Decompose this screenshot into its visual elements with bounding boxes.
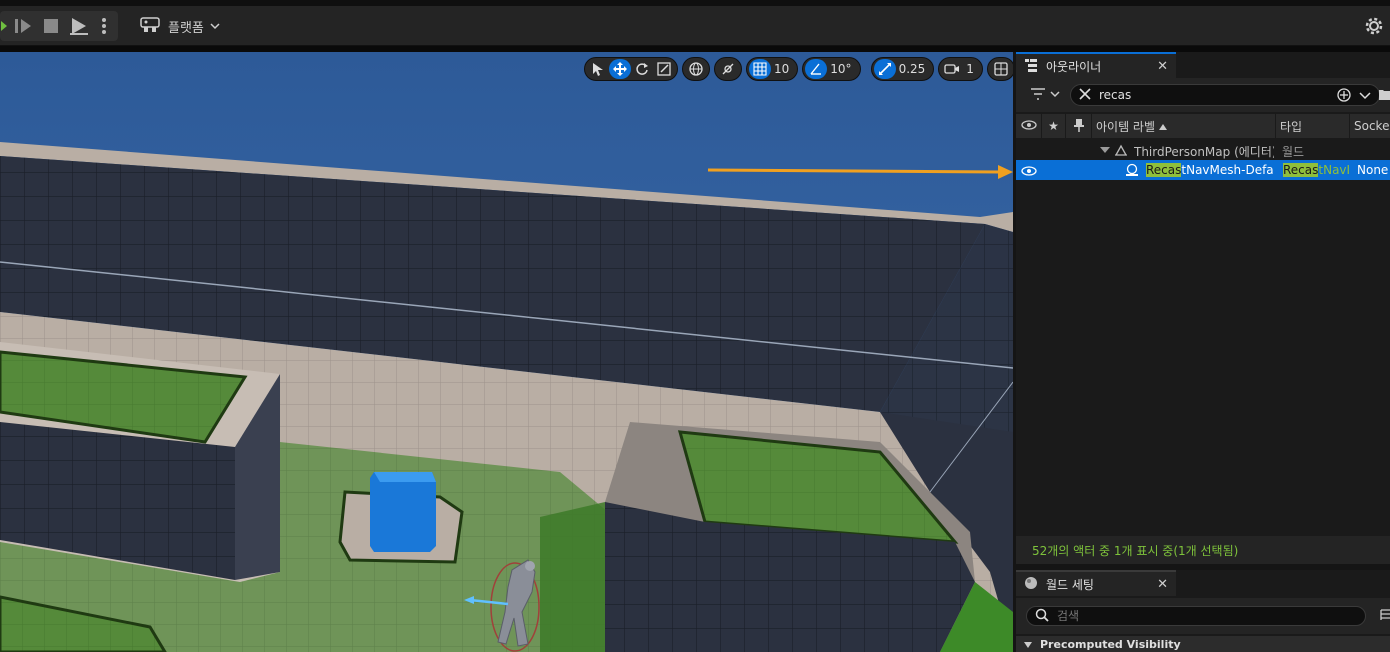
- rotate-icon[interactable]: [631, 59, 653, 79]
- platform-label: 플랫폼: [168, 20, 204, 36]
- stop-icon[interactable]: [38, 11, 64, 41]
- rotation-snap-value: 10°: [830, 62, 852, 76]
- row-type: 월드: [1282, 145, 1305, 159]
- surface-snap-toggle[interactable]: [714, 57, 742, 81]
- viewport-toolbar: 10 10° 0.25 1: [584, 57, 1013, 81]
- main-toolbar: 플랫폼: [0, 6, 1390, 46]
- camera-speed-value: 1: [966, 62, 974, 76]
- rotation-snap-control[interactable]: 10°: [802, 57, 861, 81]
- expand-arrow-icon[interactable]: [1100, 144, 1110, 158]
- add-icon[interactable]: [1337, 88, 1351, 105]
- level-viewport[interactable]: 10 10° 0.25 1: [0, 52, 1013, 652]
- tab-world-settings[interactable]: 월드 세팅 ✕: [1016, 570, 1176, 596]
- row-label: RecastNavMesh-Defa: [1146, 163, 1274, 177]
- table-view-icon[interactable]: [1380, 608, 1390, 625]
- eye-icon[interactable]: [1021, 165, 1037, 179]
- gear-icon[interactable]: [1362, 14, 1386, 38]
- outliner-icon: [1024, 58, 1038, 75]
- camera-icon: [941, 59, 963, 79]
- step-icon[interactable]: [8, 11, 38, 41]
- gamepad-icon: [140, 15, 162, 37]
- map-icon: [1114, 143, 1128, 160]
- close-icon[interactable]: ✕: [1157, 577, 1168, 592]
- collapse-arrow-icon: [1024, 638, 1032, 651]
- scene-render: [0, 52, 1013, 652]
- chevron-down-icon: [210, 19, 220, 34]
- scale-snap-icon: [873, 59, 896, 79]
- search-input[interactable]: [1099, 88, 1309, 102]
- new-folder-icon[interactable]: [1378, 87, 1390, 104]
- chevron-down-icon: [1050, 87, 1060, 104]
- play-icon-partial[interactable]: [0, 11, 8, 41]
- row-type: RecastNavI: [1283, 163, 1349, 177]
- scale-snap-control[interactable]: 0.25: [870, 57, 935, 81]
- more-options-icon[interactable]: [94, 11, 114, 41]
- column-type[interactable]: 타입: [1276, 114, 1350, 138]
- tab-title: 아웃라이너: [1046, 59, 1102, 74]
- layout-icon: [990, 59, 1012, 79]
- outliner-search[interactable]: [1070, 84, 1380, 106]
- visibility-column[interactable]: [1016, 114, 1042, 138]
- tree-row-world[interactable]: ThirdPersonMap (에디터) 월드: [1016, 140, 1390, 160]
- details-search[interactable]: [1026, 606, 1366, 626]
- tab-title: 월드 세팅: [1046, 577, 1094, 592]
- sort-ascending-icon: [1159, 119, 1168, 133]
- row-label: ThirdPersonMap (에디터): [1134, 145, 1274, 159]
- eject-icon[interactable]: [64, 11, 94, 41]
- viewport-layout-button[interactable]: [986, 57, 1013, 81]
- select-cursor-icon[interactable]: [587, 59, 609, 79]
- play-controls: [0, 11, 118, 41]
- search-icon: [1035, 608, 1049, 625]
- tab-outliner[interactable]: 아웃라이너 ✕: [1016, 52, 1176, 78]
- column-item-label[interactable]: 아이템 라벨: [1092, 114, 1276, 138]
- navmesh-icon: [1124, 163, 1140, 180]
- outliner-status: 52개의 액터 중 1개 표시 중(1개 선택됨): [1016, 536, 1390, 564]
- column-header: ★ 아이템 라벨 타입 Socke: [1016, 114, 1390, 138]
- outliner-header: [1016, 78, 1390, 112]
- surface-snap-icon: [717, 59, 739, 79]
- star-icon: ★: [1048, 119, 1059, 133]
- filter-icon: [1030, 87, 1046, 104]
- move-icon[interactable]: [609, 59, 631, 79]
- grid-icon: [749, 59, 771, 79]
- pin-icon: [1073, 118, 1084, 135]
- search-input[interactable]: [1057, 609, 1337, 623]
- grid-snap-value: 10: [774, 62, 790, 76]
- world-globe-icon: [1024, 576, 1038, 593]
- close-icon[interactable]: ✕: [1157, 59, 1168, 74]
- clear-search-icon[interactable]: [1079, 87, 1091, 103]
- camera-speed-control[interactable]: 1: [938, 57, 983, 81]
- section-precomputed-visibility[interactable]: Precomputed Visibility: [1016, 636, 1390, 652]
- tree-row-navmesh[interactable]: RecastNavMesh-Defa RecastNavI None: [1016, 160, 1390, 180]
- globe-icon: [685, 59, 707, 79]
- scale-icon[interactable]: [653, 59, 675, 79]
- platform-menu[interactable]: 플랫폼: [140, 11, 220, 41]
- scale-snap-value: 0.25: [898, 62, 926, 76]
- row-socket: None: [1357, 163, 1389, 177]
- outliner-panel: 아웃라이너 ✕ recas ★ 아이템 라벨 타입 Socke ThirdPer…: [1016, 52, 1390, 564]
- transform-tools: [584, 57, 678, 81]
- world-local-toggle[interactable]: [682, 57, 710, 81]
- column-socket[interactable]: Socke: [1350, 114, 1390, 138]
- world-settings-panel: 월드 세팅 ✕ Precomputed Visibility: [1016, 570, 1390, 652]
- chevron-down-icon[interactable]: [1359, 88, 1371, 105]
- eye-icon: [1020, 119, 1037, 133]
- star-column[interactable]: ★: [1042, 114, 1066, 138]
- pin-column[interactable]: [1066, 114, 1092, 138]
- details-header: [1016, 598, 1390, 634]
- filter-button[interactable]: [1030, 87, 1060, 104]
- angle-icon: [805, 59, 828, 79]
- grid-snap-control[interactable]: 10: [746, 57, 799, 81]
